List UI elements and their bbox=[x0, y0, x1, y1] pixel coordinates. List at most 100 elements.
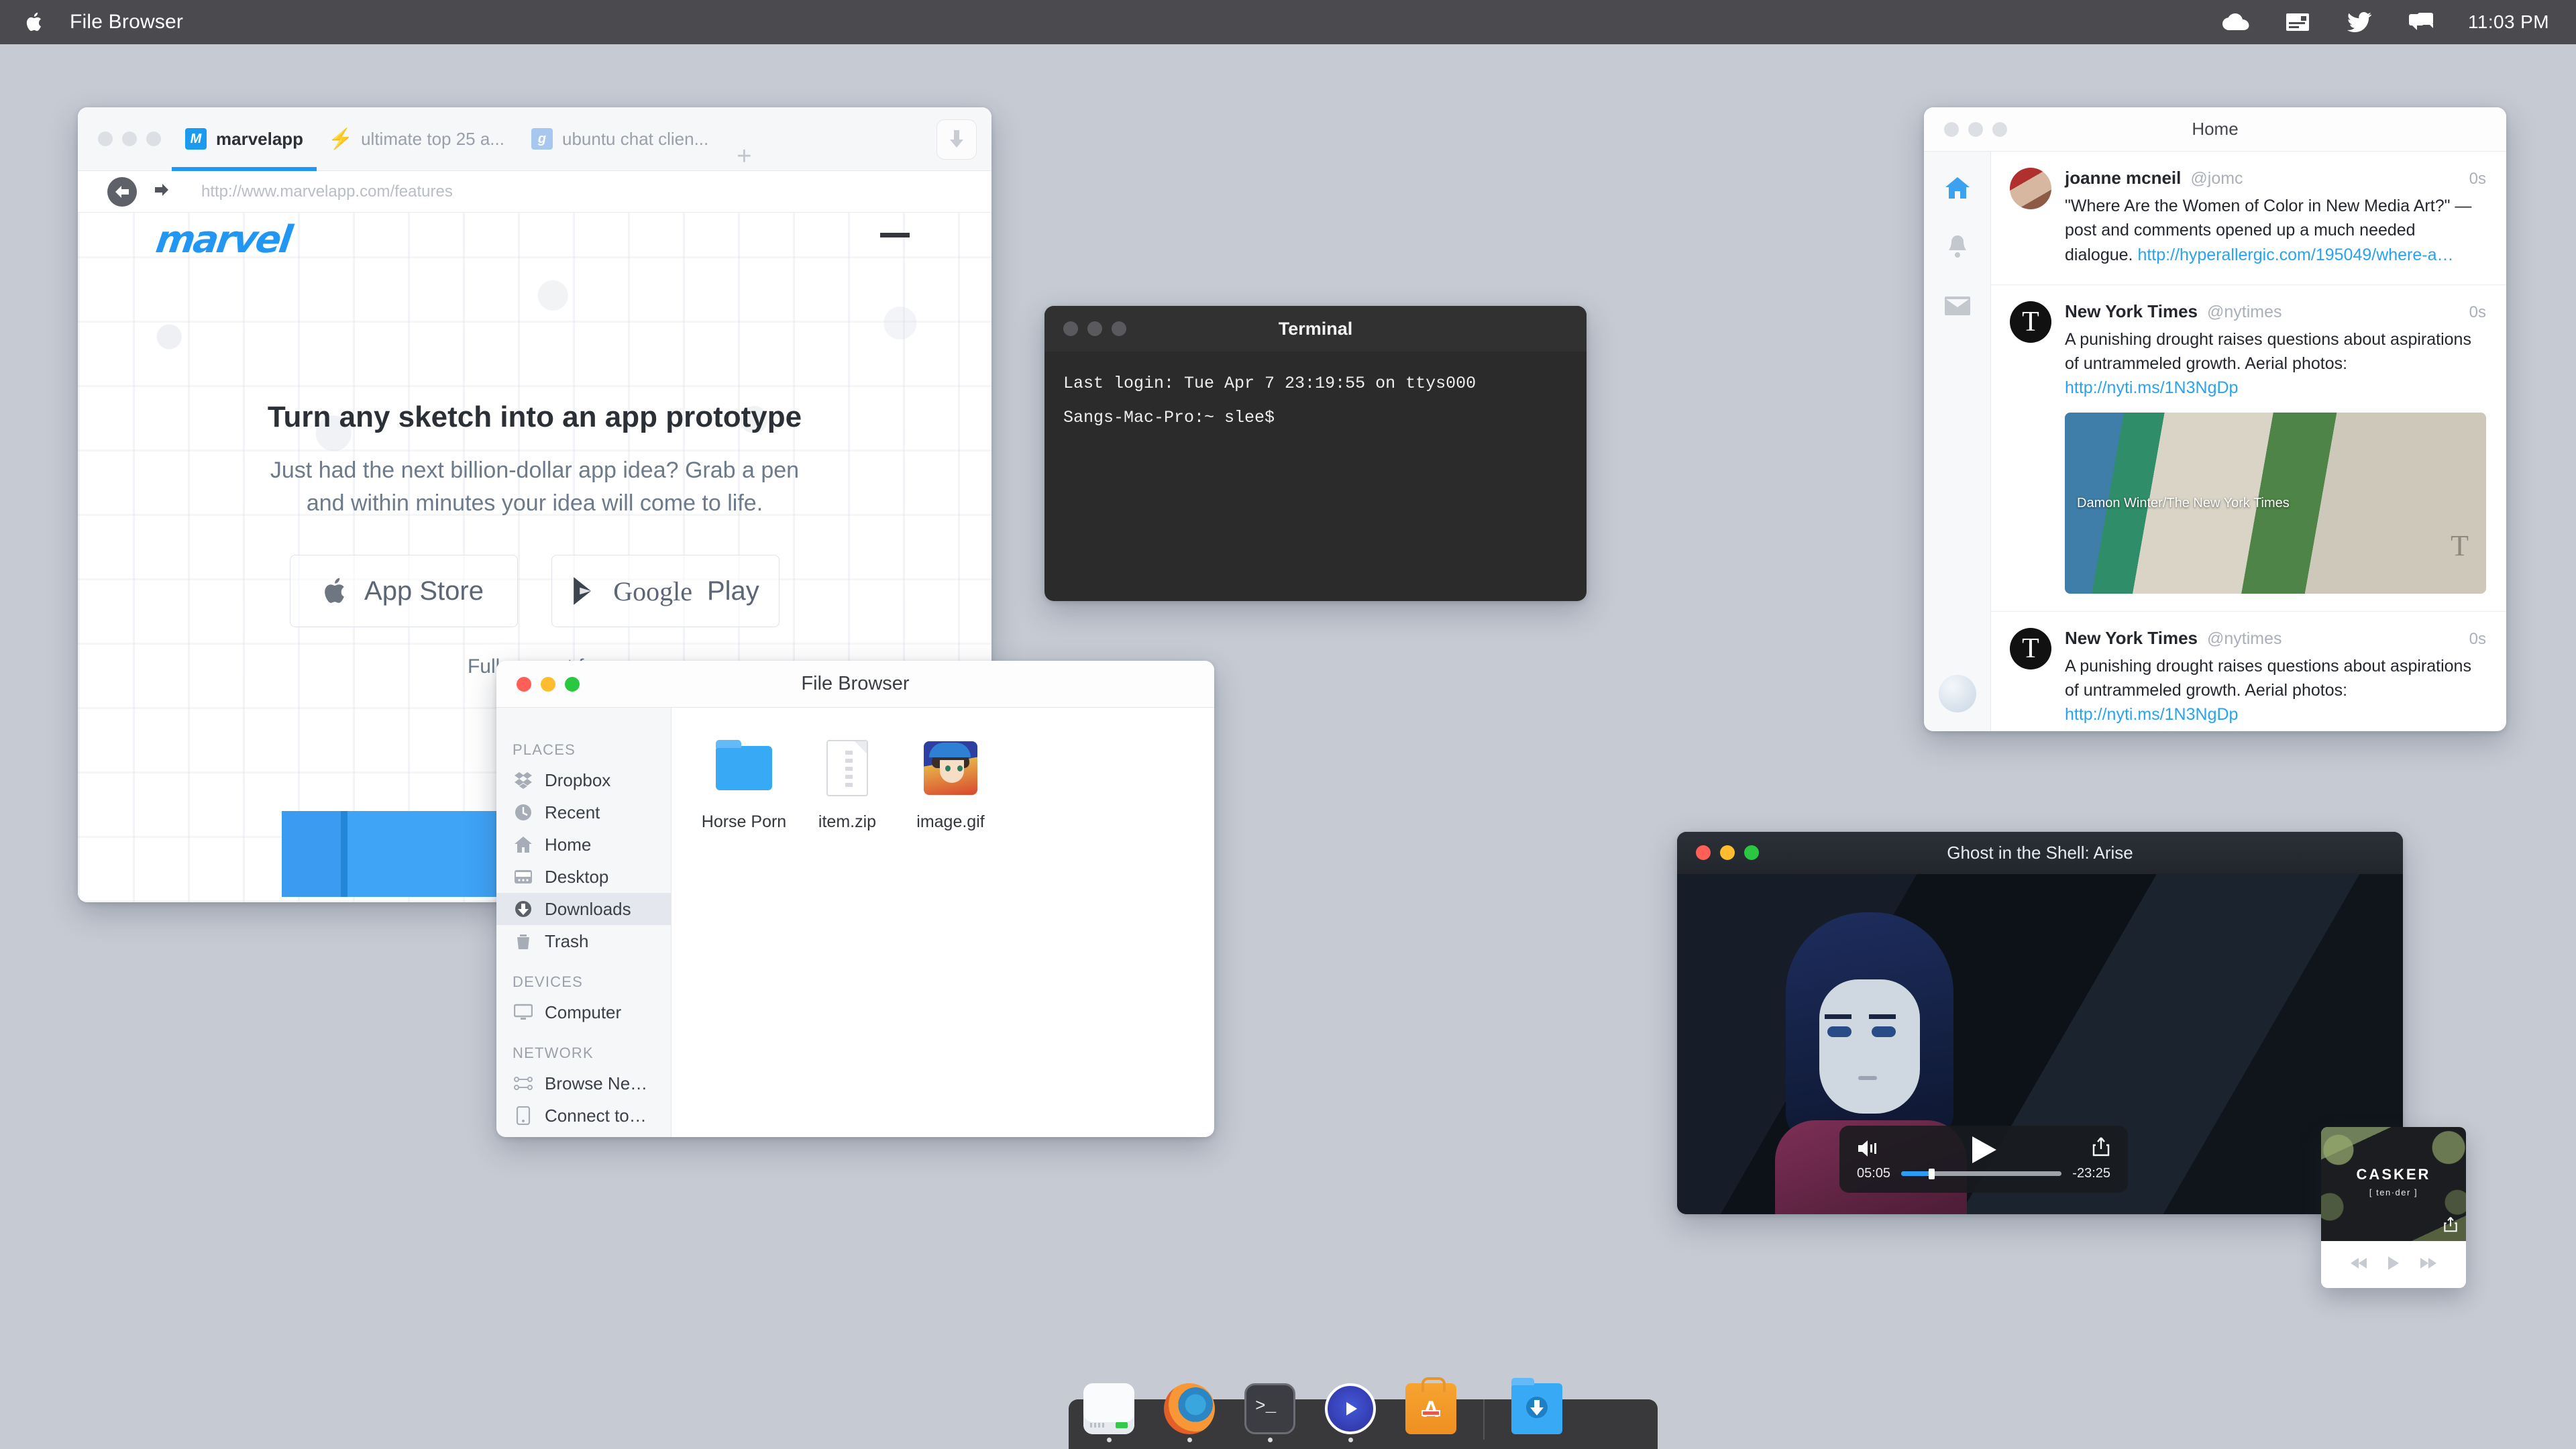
video-progress-knob[interactable] bbox=[1928, 1169, 1935, 1179]
dock-item-app-store[interactable]: A bbox=[1403, 1377, 1459, 1444]
volume-icon[interactable] bbox=[1857, 1139, 1880, 1161]
home-icon[interactable] bbox=[1941, 172, 1974, 204]
sidebar-item-recent[interactable]: Recent bbox=[496, 796, 671, 828]
maximize-button[interactable] bbox=[565, 677, 580, 692]
minimize-button[interactable] bbox=[122, 131, 137, 146]
file-browser-file-grid[interactable]: Horse Porn item.zip image.gif bbox=[672, 708, 1214, 1137]
tweet-link[interactable]: http://hyperallergic.com/195049/where-a… bbox=[2137, 246, 2453, 264]
close-button[interactable] bbox=[1696, 845, 1711, 860]
back-button[interactable] bbox=[107, 176, 137, 207]
tab-label: marvelapp bbox=[216, 128, 304, 149]
menu-bar: File Browser 11:03 PM bbox=[0, 0, 2576, 44]
twitter-window[interactable]: Home joanne mcneil @jomc 0s "Where Are t… bbox=[1924, 107, 2506, 731]
play-icon[interactable] bbox=[2387, 1256, 2400, 1274]
chat-icon[interactable] bbox=[2406, 9, 2436, 36]
next-track-icon[interactable] bbox=[2419, 1257, 2436, 1273]
file-item-image[interactable]: image.gif bbox=[908, 736, 994, 832]
app-store-button[interactable]: App Store bbox=[290, 555, 518, 627]
video-player-window[interactable]: Ghost in the Shell: Arise 05:05 -23:25 bbox=[1677, 832, 2403, 1214]
sidebar-item-downloads[interactable]: Downloads bbox=[496, 893, 671, 925]
play-icon[interactable] bbox=[1968, 1135, 1999, 1168]
dock-item-video-player[interactable] bbox=[1322, 1383, 1379, 1444]
sidebar-item-dropbox[interactable]: Dropbox bbox=[496, 764, 671, 796]
dock-item-finder[interactable] bbox=[1081, 1383, 1137, 1444]
dock-item-firefox[interactable] bbox=[1161, 1383, 1218, 1444]
tweet-item[interactable]: T New York Times @nytimes 0s A punishing… bbox=[1991, 612, 2506, 732]
cloud-icon[interactable] bbox=[2221, 9, 2251, 36]
apple-icon[interactable] bbox=[24, 9, 47, 36]
maximize-button[interactable] bbox=[1112, 321, 1126, 336]
video-controls[interactable]: 05:05 -23:25 bbox=[1839, 1126, 2128, 1193]
previous-track-icon[interactable] bbox=[2351, 1257, 2368, 1273]
close-button[interactable] bbox=[1944, 122, 1959, 137]
window-controls[interactable] bbox=[1944, 122, 2007, 137]
tweet-item[interactable]: joanne mcneil @jomc 0s "Where Are the Wo… bbox=[1991, 152, 2506, 285]
sidebar-item-trash[interactable]: Trash bbox=[496, 925, 671, 957]
close-button[interactable] bbox=[517, 677, 531, 692]
mail-icon[interactable] bbox=[2283, 9, 2312, 36]
maximize-button[interactable] bbox=[1992, 122, 2007, 137]
app-store-label: App Store bbox=[364, 576, 484, 606]
window-controls[interactable] bbox=[98, 131, 161, 146]
minimize-button[interactable] bbox=[1968, 122, 1983, 137]
google-play-button[interactable]: Google Play bbox=[551, 555, 780, 627]
share-icon[interactable] bbox=[2092, 1136, 2110, 1160]
music-player-widget[interactable]: CASKER [ ten·der ] bbox=[2321, 1127, 2466, 1288]
tab-marvelapp[interactable]: M marvelapp bbox=[172, 107, 317, 171]
running-indicator bbox=[1106, 1438, 1112, 1442]
twitter-icon[interactable] bbox=[2345, 9, 2374, 36]
avatar bbox=[2010, 168, 2051, 209]
sidebar-item-home[interactable]: Home bbox=[496, 828, 671, 861]
window-controls[interactable] bbox=[517, 677, 580, 692]
tab-ultimate-top-25[interactable]: ⚡ ultimate top 25 a... bbox=[317, 107, 518, 171]
minimize-button[interactable] bbox=[541, 677, 555, 692]
close-button[interactable] bbox=[98, 131, 113, 146]
close-button[interactable] bbox=[1063, 321, 1078, 336]
sidebar-item-desktop[interactable]: Desktop bbox=[496, 861, 671, 893]
avatar: T bbox=[2010, 627, 2051, 669]
file-browser-title: File Browser bbox=[801, 673, 910, 694]
trash-icon bbox=[513, 930, 534, 952]
maximize-button[interactable] bbox=[146, 131, 161, 146]
file-item-folder[interactable]: Horse Porn bbox=[701, 736, 787, 832]
tweet-link[interactable]: http://nyti.ms/1N3NgDp bbox=[2065, 378, 2238, 397]
sidebar-item-browse-network[interactable]: Browse Ne… bbox=[496, 1067, 671, 1099]
download-arrow-icon[interactable] bbox=[936, 119, 977, 160]
minimize-button[interactable] bbox=[1720, 845, 1735, 860]
terminal-output[interactable]: Last login: Tue Apr 7 23:19:55 on ttys00… bbox=[1044, 352, 1587, 450]
tweet-author-handle: @jomc bbox=[2190, 169, 2243, 188]
album-artwork: CASKER [ ten·der ] bbox=[2321, 1127, 2466, 1241]
zip-file-icon bbox=[826, 740, 868, 796]
twitter-feed[interactable]: joanne mcneil @jomc 0s "Where Are the Wo… bbox=[1991, 152, 2506, 731]
sidebar-item-label: Desktop bbox=[545, 866, 609, 887]
firefox-icon bbox=[1164, 1383, 1215, 1434]
window-controls[interactable] bbox=[1063, 321, 1126, 336]
messages-envelope-icon[interactable] bbox=[1941, 290, 1974, 322]
new-tab-button[interactable]: + bbox=[722, 142, 766, 171]
video-progress-slider[interactable] bbox=[1901, 1169, 2062, 1179]
tweet-photo[interactable]: Damon Winter/The New York Times T bbox=[2065, 412, 2486, 594]
sidebar-item-computer[interactable]: Computer bbox=[496, 996, 671, 1028]
maximize-button[interactable] bbox=[1744, 845, 1759, 860]
dock-item-downloads[interactable] bbox=[1509, 1378, 1565, 1444]
notifications-bell-icon[interactable] bbox=[1941, 231, 1974, 263]
browser-url-bar[interactable]: http://www.marvelapp.com/features bbox=[78, 171, 991, 213]
file-item-zip[interactable]: item.zip bbox=[804, 736, 890, 832]
file-name: image.gif bbox=[916, 812, 985, 831]
user-avatar[interactable] bbox=[1939, 675, 1976, 712]
file-browser-window[interactable]: File Browser PLACES Dropbox Recent Home … bbox=[496, 661, 1214, 1137]
terminal-window[interactable]: Terminal Last login: Tue Apr 7 23:19:55 … bbox=[1044, 306, 1587, 601]
share-icon[interactable] bbox=[2443, 1216, 2458, 1236]
tweet-link[interactable]: http://nyti.ms/1N3NgDp bbox=[2065, 705, 2238, 724]
minimize-button[interactable] bbox=[1087, 321, 1102, 336]
sidebar-item-connect-to-server[interactable]: Connect to… bbox=[496, 1099, 671, 1132]
video-stage[interactable]: 05:05 -23:25 bbox=[1677, 874, 2403, 1214]
url-input[interactable]: http://www.marvelapp.com/features bbox=[201, 182, 453, 201]
forward-button[interactable] bbox=[154, 183, 169, 200]
window-controls[interactable] bbox=[1696, 845, 1759, 860]
tweet-body: A punishing drought raises questions abo… bbox=[2065, 329, 2471, 373]
tab-ubuntu-chat-client[interactable]: g ubuntu chat clien... bbox=[518, 107, 722, 171]
hamburger-menu-icon[interactable] bbox=[880, 233, 910, 237]
dock-item-terminal[interactable] bbox=[1242, 1383, 1298, 1444]
tweet-item[interactable]: T New York Times @nytimes 0s A punishing… bbox=[1991, 285, 2506, 612]
